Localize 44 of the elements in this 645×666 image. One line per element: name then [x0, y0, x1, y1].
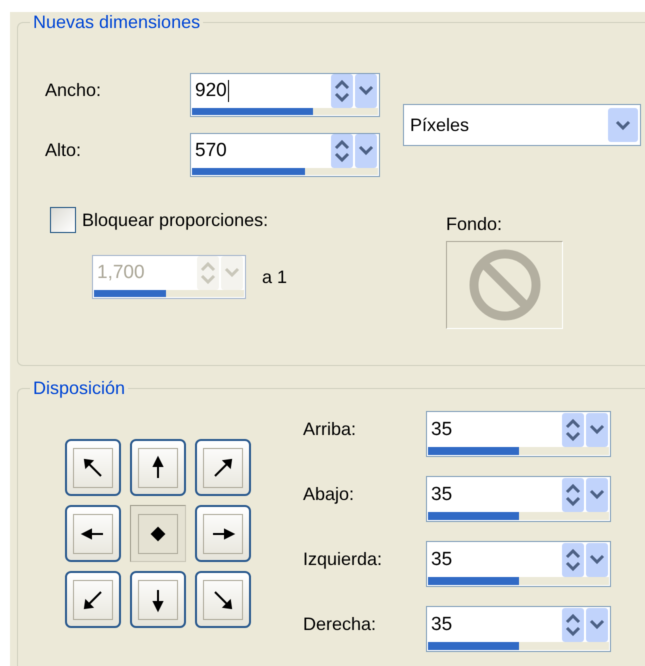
chevron-down-icon[interactable] — [586, 478, 608, 512]
background-swatch[interactable] — [446, 241, 563, 329]
anchor-button[interactable] — [65, 505, 121, 562]
field-label: Abajo: — [303, 483, 356, 506]
group-title: Disposición — [32, 378, 126, 399]
field-label: Fondo: — [446, 213, 504, 235]
anchor-button[interactable] — [65, 571, 121, 628]
field-label: Alto: — [45, 139, 82, 161]
spin-arrows-icon[interactable] — [331, 74, 353, 108]
anchor-button[interactable] — [130, 505, 186, 562]
number-field[interactable]: 570 — [190, 133, 380, 177]
chevron-down-icon[interactable] — [608, 108, 638, 142]
chevron-down-icon[interactable] — [586, 608, 608, 642]
checkbox[interactable] — [50, 207, 76, 233]
anchor-button[interactable] — [130, 439, 186, 496]
spin-arrows-icon[interactable] — [331, 134, 353, 168]
anchor-button[interactable] — [195, 439, 251, 496]
spin-arrows-icon[interactable] — [562, 542, 584, 576]
number-field[interactable]: 35 — [426, 606, 611, 652]
number-field[interactable]: 35 — [426, 476, 611, 522]
text-cursor — [228, 80, 229, 102]
ratio-suffix: a 1 — [262, 266, 288, 288]
units-dropdown[interactable]: Píxeles — [403, 104, 641, 146]
field-label: Izquierda: — [303, 548, 384, 571]
number-field[interactable]: 35 — [426, 541, 611, 587]
spin-arrows-icon[interactable] — [562, 412, 584, 446]
chevron-down-icon[interactable] — [355, 74, 377, 108]
spin-arrows-icon[interactable] — [562, 478, 584, 512]
field-label: Ancho: — [45, 79, 102, 101]
chevron-down-icon[interactable] — [355, 134, 377, 168]
anchor-button[interactable] — [130, 571, 186, 628]
anchor-button[interactable] — [65, 439, 121, 496]
number-field[interactable]: 920 — [190, 73, 380, 117]
anchor-button[interactable] — [195, 571, 251, 628]
group-title: Nuevas dimensiones — [32, 12, 202, 33]
field-label: Arriba: — [303, 418, 358, 441]
checkbox-label: Bloquear proporciones: — [82, 210, 268, 230]
number-field[interactable]: 35 — [426, 411, 611, 457]
spin-arrows-icon[interactable] — [562, 608, 584, 642]
chevron-down-icon[interactable] — [586, 412, 608, 446]
anchor-button[interactable] — [195, 505, 251, 562]
field-label: Derecha: — [303, 613, 378, 636]
no-sign-icon — [468, 249, 540, 321]
chevron-down-icon[interactable] — [586, 542, 608, 576]
